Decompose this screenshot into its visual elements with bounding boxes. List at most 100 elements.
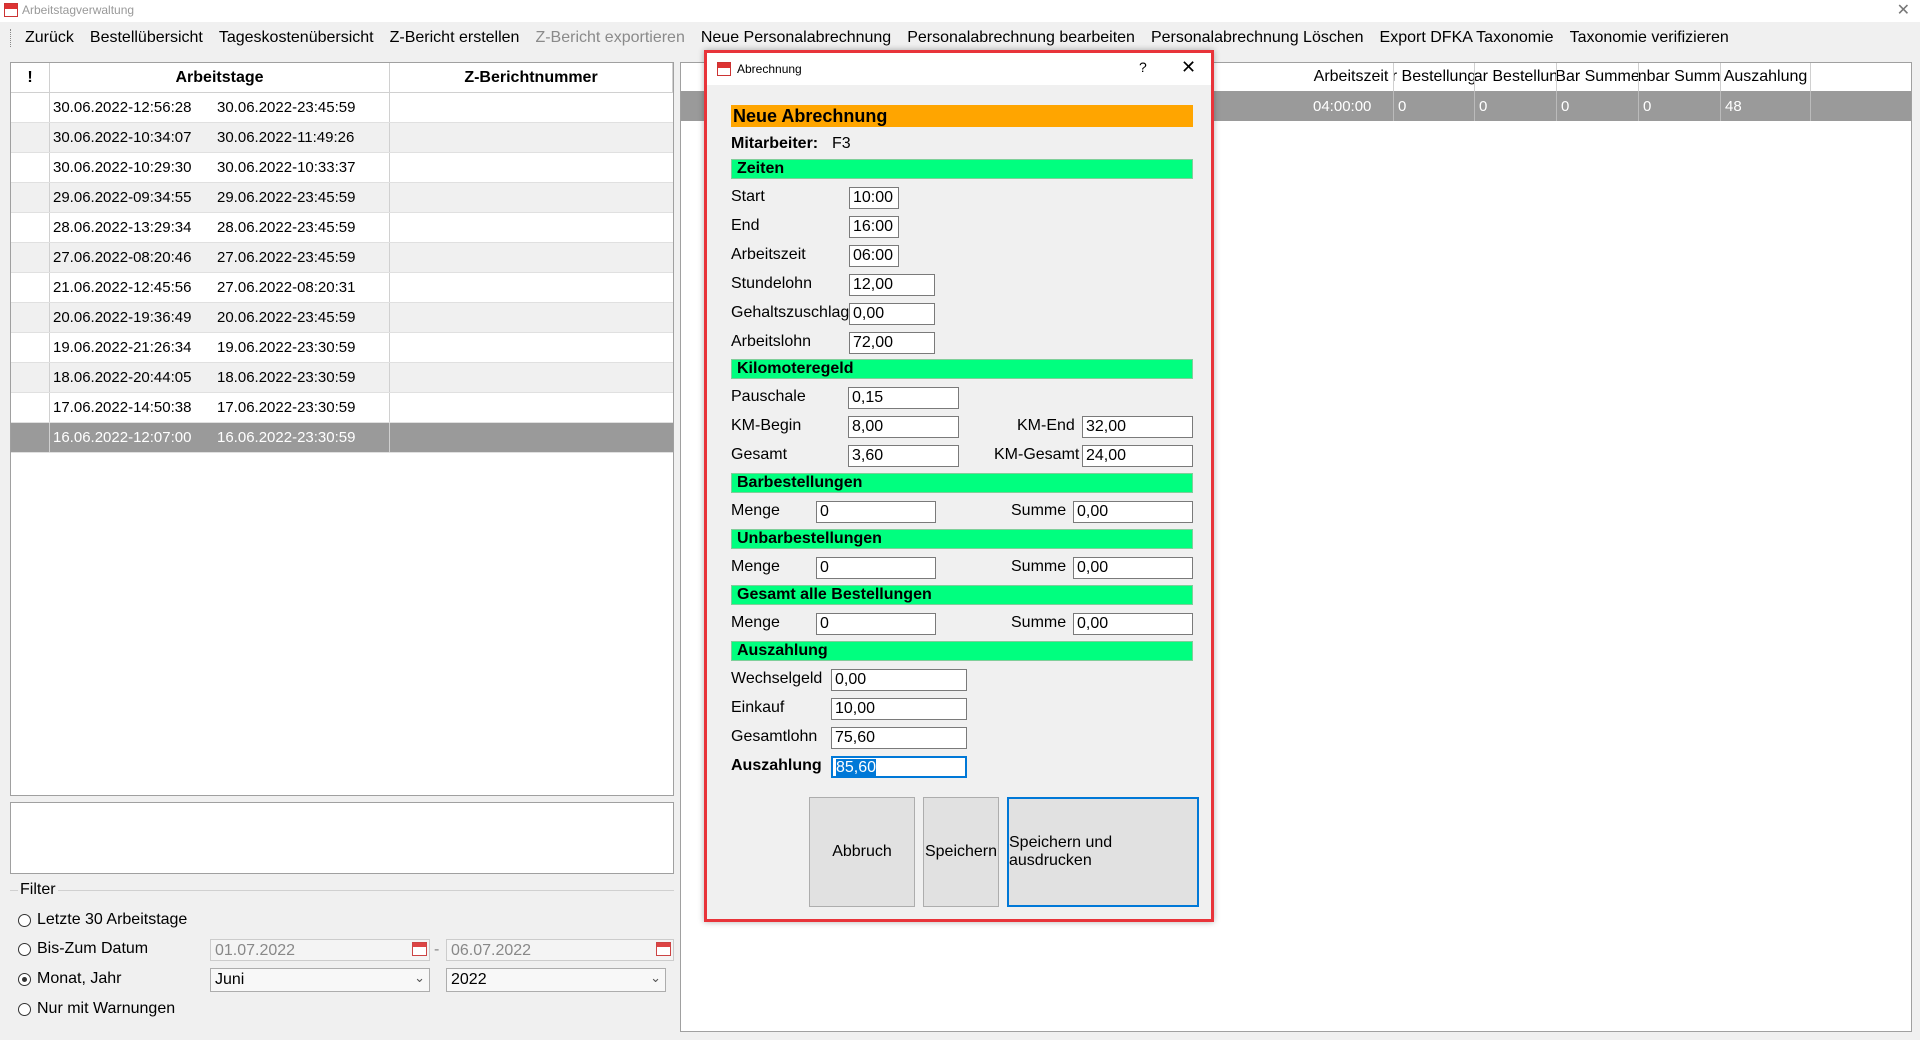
unbar-menge-label: Menge <box>731 558 780 575</box>
column-header[interactable]: Auszahlung <box>1721 63 1811 91</box>
header-arbeitstage[interactable]: Arbeitstage <box>50 63 390 92</box>
arbeitstag-cell[interactable]: 19.06.2022-21:26:34 19.06.2022-23:30:59 <box>50 333 390 362</box>
toolbar-grip[interactable] <box>10 29 13 47</box>
abbruch-button[interactable]: Abbruch <box>809 797 915 907</box>
table-row[interactable]: 30.06.2022-10:34:07 30.06.2022-11:49:26 <box>11 123 673 153</box>
radio-button[interactable] <box>18 913 31 927</box>
menu-item[interactable]: Tageskostenübersicht <box>211 29 382 47</box>
table-row[interactable]: 30.06.2022-12:56:28 30.06.2022-23:45:59 <box>11 93 673 123</box>
arbeitstag-cell[interactable]: 17.06.2022-14:50:38 17.06.2022-23:30:59 <box>50 393 390 422</box>
pauschale-field[interactable]: 0,15 <box>848 387 959 409</box>
radio-monat-jahr[interactable]: Monat, Jahr <box>18 970 121 988</box>
arbeitstag-cell[interactable]: 18.06.2022-20:44:05 18.06.2022-23:30:59 <box>50 363 390 392</box>
end-field[interactable]: 16:00 <box>849 216 899 238</box>
unbar-menge-field[interactable]: 0 <box>816 557 936 579</box>
menu-item[interactable]: Zurück <box>17 29 82 47</box>
km-geld-gesamt-field[interactable]: 3,60 <box>848 445 959 467</box>
z-berichtnummer-cell <box>390 213 673 242</box>
date-from-picker[interactable]: 01.07.2022 <box>210 939 430 961</box>
stundelohn-field[interactable]: 12,00 <box>849 274 935 296</box>
arbeitstag-cell[interactable]: 16.06.2022-12:07:00 16.06.2022-23:30:59 <box>50 423 390 452</box>
gehaltszuschlag-field[interactable]: 0,00 <box>849 303 935 325</box>
arbeitszeit-field[interactable]: 06:00 <box>849 245 899 267</box>
table-row[interactable]: 21.06.2022-12:45:56 27.06.2022-08:20:31 <box>11 273 673 303</box>
table-row[interactable]: 27.06.2022-08:20:46 27.06.2022-23:45:59 <box>11 243 673 273</box>
warning-flag-cell <box>11 303 50 332</box>
table-row[interactable]: 28.06.2022-13:29:34 28.06.2022-23:45:59 <box>11 213 673 243</box>
gesamt-menge-field[interactable]: 0 <box>816 613 936 635</box>
arbeitstag-cell[interactable]: 30.06.2022-10:29:30 30.06.2022-10:33:37 <box>50 153 390 182</box>
bar-summe-field[interactable]: 0,00 <box>1073 501 1193 523</box>
arbeitstag-end: 30.06.2022-23:45:59 <box>217 99 356 116</box>
arbeitstag-cell[interactable]: 28.06.2022-13:29:34 28.06.2022-23:45:59 <box>50 213 390 242</box>
z-berichtnummer-cell <box>390 153 673 182</box>
gesamtlohn-field[interactable]: 75,60 <box>831 727 967 749</box>
chevron-down-icon[interactable]: ⌄ <box>414 970 425 986</box>
radio-label: Bis-Zum Datum <box>37 940 149 957</box>
calendar-icon[interactable] <box>412 942 427 956</box>
radio-button[interactable] <box>18 942 31 956</box>
month-select[interactable]: Juni ⌄ <box>210 968 430 992</box>
column-header[interactable]: bar Bestellunç <box>1475 63 1557 91</box>
menu-item[interactable]: Personalabrechnung Löschen <box>1143 29 1372 47</box>
wechselgeld-field[interactable]: 0,00 <box>831 669 967 691</box>
year-select[interactable]: 2022 ⌄ <box>446 968 666 992</box>
auszahlung-field[interactable]: 85,60 <box>831 756 967 778</box>
radio-nur-warnungen[interactable]: Nur mit Warnungen <box>18 1000 175 1018</box>
km-gesamt-label: KM-Gesamt <box>994 446 1080 463</box>
chevron-down-icon[interactable]: ⌄ <box>650 970 661 986</box>
z-berichtnummer-cell <box>390 273 673 302</box>
table-row[interactable]: 29.06.2022-09:34:55 29.06.2022-23:45:59 <box>11 183 673 213</box>
column-header[interactable]: Jnbar Summe <box>1639 63 1721 91</box>
arbeitstage-list[interactable]: ! Arbeitstage Z-Berichtnummer 30.06.2022… <box>10 62 674 796</box>
header-z-berichtnummer[interactable]: Z-Berichtnummer <box>390 63 673 92</box>
menu-item[interactable]: Personalabrechnung bearbeiten <box>899 29 1143 47</box>
radio-label: Monat, Jahr <box>37 970 122 987</box>
speichern-button[interactable]: Speichern <box>923 797 999 907</box>
radio-bis-zum-datum[interactable]: Bis-Zum Datum <box>18 940 148 958</box>
arbeitstag-cell[interactable]: 20.06.2022-19:36:49 20.06.2022-23:45:59 <box>50 303 390 332</box>
window-close-button[interactable]: ✕ <box>1897 0 1910 20</box>
table-row[interactable]: 16.06.2022-12:07:00 16.06.2022-23:30:59 <box>11 423 673 453</box>
arbeitstag-cell[interactable]: 30.06.2022-10:34:07 30.06.2022-11:49:26 <box>50 123 390 152</box>
dialog-body: Neue Abrechnung Mitarbeiter: F3 Zeiten S… <box>707 53 1211 919</box>
gesamt-summe-field[interactable]: 0,00 <box>1073 613 1193 635</box>
km-end-field[interactable]: 32,00 <box>1082 416 1193 438</box>
column-header[interactable]: Bar Summe <box>1557 63 1639 91</box>
arbeitstag-cell[interactable]: 27.06.2022-08:20:46 27.06.2022-23:45:59 <box>50 243 390 272</box>
warning-flag-cell <box>11 213 50 242</box>
start-field[interactable]: 10:00 <box>849 187 899 209</box>
unbar-summe-field[interactable]: 0,00 <box>1073 557 1193 579</box>
radio-button[interactable] <box>18 1002 31 1016</box>
radio-button[interactable] <box>18 972 31 986</box>
table-cell: 0 <box>1639 91 1721 121</box>
arbeitslohn-field[interactable]: 72,00 <box>849 332 935 354</box>
column-header[interactable]: ar Bestellunge <box>1394 63 1475 91</box>
z-berichtnummer-cell <box>390 123 673 152</box>
menu-item[interactable]: Bestellübersicht <box>82 29 211 47</box>
arbeitstag-cell[interactable]: 29.06.2022-09:34:55 29.06.2022-23:45:59 <box>50 183 390 212</box>
menu-item[interactable]: Neue Personalabrechnung <box>693 29 899 47</box>
date-to-picker[interactable]: 06.07.2022 <box>446 939 674 961</box>
table-row[interactable]: 17.06.2022-14:50:38 17.06.2022-23:30:59 <box>11 393 673 423</box>
table-row[interactable]: 30.06.2022-10:29:30 30.06.2022-10:33:37 <box>11 153 673 183</box>
radio-letzte-30[interactable]: Letzte 30 Arbeitstage <box>18 911 187 929</box>
bar-menge-field[interactable]: 0 <box>816 501 936 523</box>
km-gesamt-field[interactable]: 24,00 <box>1082 445 1193 467</box>
menu-item[interactable]: Z-Bericht erstellen <box>382 29 528 47</box>
column-header[interactable]: Arbeitszeit <box>1309 63 1394 91</box>
table-row[interactable]: 20.06.2022-19:36:49 20.06.2022-23:45:59 <box>11 303 673 333</box>
calendar-icon[interactable] <box>656 942 671 956</box>
header-warning-flag[interactable]: ! <box>11 63 50 92</box>
einkauf-field[interactable]: 10,00 <box>831 698 967 720</box>
menu-item[interactable]: Taxonomie verifizieren <box>1562 29 1737 47</box>
menu-item[interactable]: Export DFKA Taxonomie <box>1372 29 1562 47</box>
section-barbestellungen: Barbestellungen <box>731 473 1193 493</box>
menu-bar: Zurück Bestellübersicht Tageskostenübersic… <box>0 24 1920 52</box>
table-row[interactable]: 18.06.2022-20:44:05 18.06.2022-23:30:59 <box>11 363 673 393</box>
table-row[interactable]: 19.06.2022-21:26:34 19.06.2022-23:30:59 <box>11 333 673 363</box>
km-begin-field[interactable]: 8,00 <box>848 416 959 438</box>
arbeitstag-cell[interactable]: 30.06.2022-12:56:28 30.06.2022-23:45:59 <box>50 93 390 122</box>
speichern-ausdrucken-button[interactable]: Speichern und ausdrucken <box>1007 797 1199 907</box>
arbeitstag-cell[interactable]: 21.06.2022-12:45:56 27.06.2022-08:20:31 <box>50 273 390 302</box>
